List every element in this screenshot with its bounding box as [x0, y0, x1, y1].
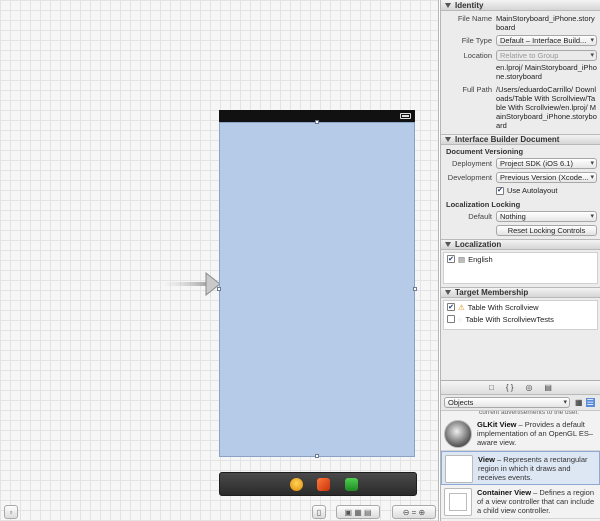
app-target-icon: ⚠: [458, 302, 465, 312]
resize-handle-right[interactable]: [413, 287, 417, 291]
target-membership-list: ✔ ⚠ Table With Scrollview ◌ Table With S…: [443, 300, 598, 330]
layout-controls-button[interactable]: ▣ ▦ ▤: [336, 505, 380, 519]
location-label: Location: [463, 51, 492, 60]
phone-icon: ▯: [316, 507, 322, 517]
ib-document-section-header[interactable]: Interface Builder Document: [441, 134, 600, 145]
deployment-label: Deployment: [451, 159, 492, 168]
view-controller-scene[interactable]: [217, 110, 417, 458]
file-type-label: File Type: [461, 36, 492, 45]
strings-file-icon: ▤: [458, 254, 466, 264]
disclosure-triangle-icon[interactable]: [445, 2, 451, 8]
zoom-icons: ⊖ = ⊕: [402, 507, 426, 517]
resize-handle-top[interactable]: [315, 120, 319, 124]
localization-section-header[interactable]: Localization: [441, 239, 600, 250]
object-library-tab[interactable]: ◎: [525, 383, 532, 392]
file-name-label: File Name: [457, 14, 492, 23]
target-label: Table With Scrollview: [467, 302, 539, 312]
development-label: Development: [447, 173, 492, 182]
sidebar-icon: ▫: [9, 507, 13, 517]
media-library-tab[interactable]: ▤: [544, 383, 552, 392]
glkit-view-icon: [444, 420, 472, 448]
library-item-desc: – Represents a rectangular region in whi…: [478, 455, 588, 482]
list-item[interactable]: ✔ ⚠ Table With Scrollview: [444, 301, 597, 313]
reset-locking-controls-button[interactable]: Reset Locking Controls: [496, 225, 597, 236]
resize-handle-left[interactable]: [217, 287, 221, 291]
code-snippet-library-tab[interactable]: { }: [506, 383, 514, 392]
localization-label: English: [468, 254, 493, 264]
object-library: □ { } ◎ ▤ Objects ▦ ☰ current advertisem…: [440, 380, 600, 521]
section-title: Interface Builder Document: [455, 135, 560, 144]
section-title: Target Membership: [455, 288, 529, 297]
autolayout-checkbox[interactable]: ✔: [496, 186, 504, 195]
location-popup[interactable]: Relative to Group: [496, 50, 597, 61]
main-view[interactable]: [219, 122, 415, 457]
target-checkbox[interactable]: [447, 315, 455, 323]
localization-locking-label: Localization Locking: [446, 200, 521, 209]
list-item[interactable]: ◌ Table With ScrollviewTests: [444, 313, 597, 325]
library-item-name: View: [478, 455, 495, 464]
target-label: Table With ScrollviewTests: [465, 314, 554, 324]
target-checkbox[interactable]: ✔: [447, 303, 455, 311]
initial-scene-arrow-icon[interactable]: [162, 272, 222, 296]
location-path: en.lproj/ MainStoryboard_iPhone.storyboa…: [496, 63, 597, 81]
form-factor-button[interactable]: ▯: [312, 505, 326, 519]
library-tab-bar: □ { } ◎ ▤: [441, 381, 600, 395]
disclosure-triangle-icon[interactable]: [445, 137, 451, 142]
section-title: Identity: [455, 0, 484, 10]
grid-view-icon[interactable]: ▦: [575, 398, 583, 407]
development-popup[interactable]: Previous Version (Xcode...: [496, 172, 597, 183]
scene-dock: [219, 472, 417, 496]
library-filter-popup[interactable]: Objects: [444, 397, 570, 408]
library-item-view[interactable]: View – Represents a rectangular region i…: [441, 451, 600, 485]
section-title: Localization: [455, 240, 502, 249]
first-responder-icon[interactable]: [290, 478, 303, 491]
locking-default-label: Default: [468, 212, 492, 221]
file-template-library-tab[interactable]: □: [489, 383, 494, 392]
document-versioning-label: Document Versioning: [446, 147, 524, 156]
list-item[interactable]: ✔ ▤ English: [444, 253, 597, 265]
zoom-controls-button[interactable]: ⊖ = ⊕: [392, 505, 436, 519]
disclosure-triangle-icon[interactable]: [445, 290, 451, 295]
document-outline-toggle-button[interactable]: ▫: [4, 505, 18, 519]
target-membership-section-header[interactable]: Target Membership: [441, 287, 600, 298]
library-item-container-view[interactable]: Container View – Defines a region of a v…: [441, 485, 600, 519]
container-view-icon: [444, 488, 472, 516]
test-target-icon: ◌: [458, 314, 463, 324]
file-type-popup[interactable]: Default – Interface Build...: [496, 35, 597, 46]
exit-icon[interactable]: [345, 478, 358, 491]
localization-list: ✔ ▤ English: [443, 252, 598, 284]
library-item-glkit-view[interactable]: GLKit View – Provides a default implemen…: [441, 417, 600, 451]
view-icon: [445, 455, 473, 483]
full-path-label: Full Path: [462, 85, 492, 94]
library-item-name: Container View: [477, 488, 532, 497]
file-inspector: Identity File Name MainStoryboard_iPhone…: [440, 0, 600, 380]
locking-default-popup[interactable]: Nothing: [496, 211, 597, 222]
disclosure-triangle-icon[interactable]: [445, 242, 451, 247]
deployment-popup[interactable]: Project SDK (iOS 6.1): [496, 158, 597, 169]
battery-icon: [400, 113, 411, 119]
identity-section-header[interactable]: Identity: [441, 0, 600, 11]
library-filter-bar: Objects ▦ ☰: [441, 395, 600, 411]
layout-icons: ▣ ▦ ▤: [344, 507, 372, 517]
localization-checkbox[interactable]: ✔: [447, 255, 455, 263]
view-controller-cube-icon[interactable]: [317, 478, 330, 491]
full-path-value: /Users/eduardoCarrillo/ Downloads/Table …: [496, 85, 597, 130]
autolayout-label: Use Autolayout: [507, 186, 558, 195]
resize-handle-bottom[interactable]: [315, 454, 319, 458]
list-view-icon[interactable]: ☰: [585, 398, 595, 407]
library-item-name: GLKit View: [477, 420, 517, 429]
storyboard-canvas[interactable]: ▫ ▯ ▣ ▦ ▤ ⊖ = ⊕: [0, 0, 439, 521]
file-name-value[interactable]: MainStoryboard_iPhone.storyboard: [496, 14, 597, 32]
